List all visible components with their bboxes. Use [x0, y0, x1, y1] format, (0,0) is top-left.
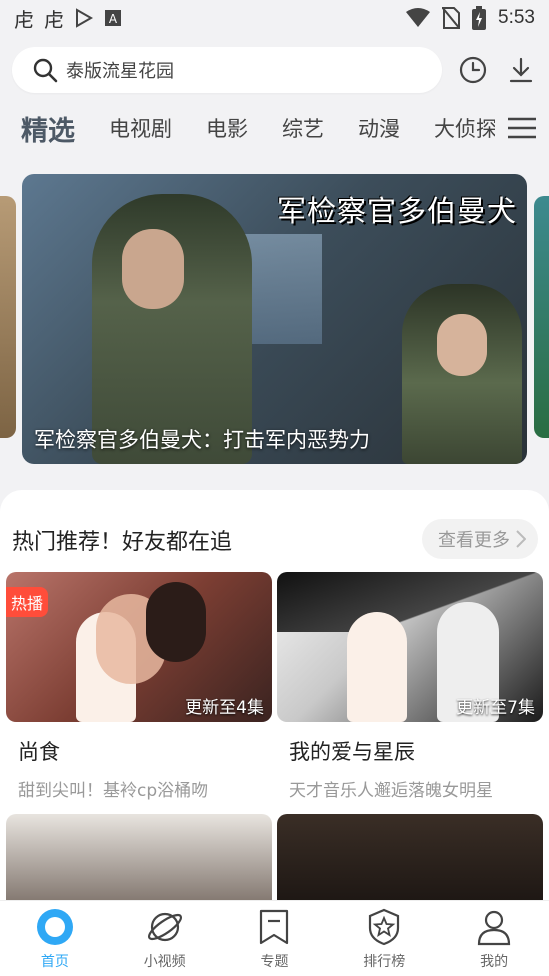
section-title: 热门推荐！好友都在追: [12, 530, 233, 555]
hot-badge: 热播: [6, 587, 49, 617]
bookmark-icon: [260, 909, 289, 944]
recommend-panel: 热门推荐！好友都在追 查看更多 热播 更新至4集 尚食 甜到尖叫！基袊cp浴桶吻…: [0, 490, 549, 910]
banner-figure: [437, 314, 487, 376]
tab-variety[interactable]: 综艺: [282, 113, 324, 143]
star-shield-icon: [369, 908, 400, 945]
video-title: 尚食: [18, 740, 60, 764]
video-card[interactable]: 更新至7集 我的爱与星辰 天才音乐人邂逅落魄女明星: [277, 572, 543, 801]
banner-title-art: 军检察官多伯曼犬: [276, 194, 517, 228]
svg-text:A: A: [109, 12, 118, 26]
category-tabs: 精选 电视剧 电影 综艺 动漫 大侦探: [0, 104, 549, 152]
play-store-icon: [76, 8, 94, 28]
history-icon[interactable]: [458, 55, 488, 85]
nav-profile[interactable]: 我的: [454, 907, 534, 971]
episode-label: 更新至7集: [456, 698, 535, 718]
nav-topics[interactable]: 专题: [234, 907, 314, 971]
episode-label: 更新至4集: [185, 698, 264, 718]
search-placeholder: 泰版流星花园: [66, 61, 174, 82]
nav-home[interactable]: 首页: [15, 907, 95, 971]
battery-icon: [472, 6, 487, 30]
banner-figure: [122, 229, 184, 309]
banner-card[interactable]: 军检察官多伯曼犬 军检察官多伯曼犬：打击军内恶势力: [22, 174, 527, 464]
no-sim-icon: [442, 7, 461, 29]
banner-carousel: 军检察官多伯曼犬 军检察官多伯曼犬：打击军内恶势力: [0, 172, 549, 464]
video-thumbnail: 更新至7集: [277, 572, 543, 722]
chevron-right-icon: [516, 530, 526, 548]
home-icon: [36, 908, 73, 945]
top-actions: [458, 55, 536, 85]
wifi-icon: [406, 8, 431, 27]
bottom-nav: 首页 小视频 专题 排行榜 我的: [0, 900, 549, 976]
download-icon[interactable]: [506, 55, 536, 85]
tab-movies[interactable]: 电影: [206, 113, 248, 143]
thumbnail-background: [277, 572, 543, 632]
nav-short-video[interactable]: 小视频: [125, 907, 205, 971]
nav-rankings-label: 排行榜: [363, 953, 406, 970]
tab-anime[interactable]: 动漫: [358, 113, 400, 143]
planet-icon: [147, 912, 182, 941]
see-more-button[interactable]: 查看更多: [422, 519, 538, 559]
status-right-icons: 5:53: [406, 6, 535, 30]
nav-topics-label: 专题: [260, 953, 289, 970]
tab-detective[interactable]: 大侦探: [434, 113, 497, 143]
app-notification-icon: 虍: [14, 7, 34, 32]
video-card[interactable]: 热播 更新至4集 尚食 甜到尖叫！基袊cp浴桶吻: [6, 572, 272, 801]
search-icon: [33, 58, 58, 83]
tab-menu-button[interactable]: [495, 104, 549, 152]
menu-icon: [508, 117, 536, 139]
see-more-label: 查看更多: [438, 530, 510, 551]
video-title: 我的爱与星辰: [289, 740, 415, 764]
nav-home-label: 首页: [40, 953, 69, 970]
banner-caption: 军检察官多伯曼犬：打击军内恶势力: [34, 428, 370, 452]
thumbnail-figure: [146, 582, 206, 662]
video-subtitle: 甜到尖叫！基袊cp浴桶吻: [18, 781, 209, 801]
carousel-prev-card[interactable]: [0, 196, 16, 438]
nav-rankings[interactable]: 排行榜: [344, 907, 424, 971]
status-bar: 虍 虍 A 5:53: [0, 0, 549, 36]
nav-profile-label: 我的: [480, 953, 509, 970]
search-row: 泰版流星花园: [12, 46, 537, 94]
video-card-partial[interactable]: [6, 814, 272, 910]
video-thumbnail: 热播 更新至4集: [6, 572, 272, 722]
video-subtitle: 天才音乐人邂逅落魄女明星: [289, 781, 493, 801]
status-left-icons: 虍 虍 A: [14, 4, 122, 33]
search-input[interactable]: 泰版流星花园: [12, 47, 442, 93]
status-time: 5:53: [498, 7, 535, 28]
app-notification-icon: 虍: [44, 7, 64, 32]
video-card-partial[interactable]: [277, 814, 543, 910]
thumbnail-figure: [347, 612, 407, 722]
tab-tv-series[interactable]: 电视剧: [109, 113, 172, 143]
profile-icon: [477, 910, 511, 945]
a-badge-icon: A: [105, 10, 121, 26]
nav-short-video-label: 小视频: [143, 953, 186, 970]
carousel-next-card[interactable]: [534, 196, 549, 438]
tab-featured[interactable]: 精选: [21, 109, 75, 148]
